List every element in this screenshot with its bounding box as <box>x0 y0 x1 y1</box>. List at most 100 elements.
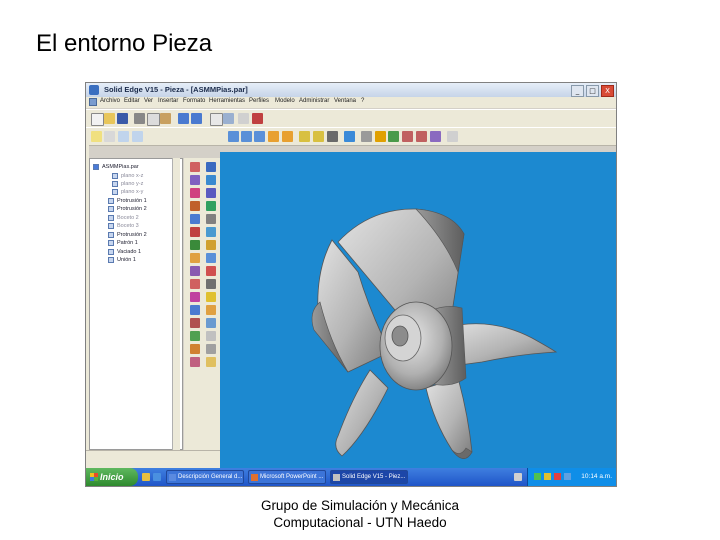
feature-tool-icon[interactable] <box>190 318 200 328</box>
constraint-icon[interactable] <box>416 131 427 142</box>
clock[interactable]: 10:14 a.m. <box>581 468 612 486</box>
sketch-tool-icon[interactable] <box>206 214 216 224</box>
sketch-tool-icon[interactable] <box>206 344 216 354</box>
sketch-tool-icon[interactable] <box>206 318 216 328</box>
menu-insertar[interactable]: Insertar <box>158 98 178 104</box>
fit-icon[interactable] <box>254 131 265 142</box>
close-button[interactable]: X <box>601 85 614 97</box>
taskbar-task[interactable]: Descripción General d... <box>166 470 244 484</box>
cut-icon[interactable] <box>134 113 145 124</box>
properties-icon[interactable] <box>238 113 249 124</box>
sketch-tool-icon[interactable] <box>206 175 216 185</box>
maximize-button[interactable]: □ <box>586 85 599 97</box>
print-icon[interactable] <box>210 113 223 126</box>
view-orientation-icon[interactable] <box>299 131 310 142</box>
menu-help[interactable]: ? <box>361 98 364 104</box>
menu-perfiles[interactable]: Perfiles <box>249 98 269 104</box>
menu-administrar[interactable]: Administrar <box>299 98 329 104</box>
tree-item-feature[interactable]: Protrusión 2 <box>108 205 147 213</box>
sketch-tool-icon[interactable] <box>206 305 216 315</box>
sketch-tool-icon[interactable] <box>206 357 216 367</box>
toggle-pane-icon[interactable] <box>118 131 129 142</box>
sketch-tool-icon[interactable] <box>206 240 216 250</box>
shaded-icon[interactable] <box>327 131 338 142</box>
whats-this-icon[interactable] <box>447 131 458 142</box>
language-icon[interactable] <box>514 473 522 481</box>
zoom-area-icon[interactable] <box>228 131 239 142</box>
feature-tool-icon[interactable] <box>190 357 200 367</box>
feature-tool-icon[interactable] <box>190 266 200 276</box>
feature-tool-icon[interactable] <box>190 175 200 185</box>
sketch-tool-icon[interactable] <box>206 266 216 276</box>
feature-tool-icon[interactable] <box>190 331 200 341</box>
taskbar-task[interactable]: Microsoft PowerPoint ... <box>248 470 326 484</box>
menu-modelo[interactable]: Modelo <box>275 98 295 104</box>
check-icon[interactable] <box>388 131 399 142</box>
zoom-icon[interactable] <box>241 131 252 142</box>
inspect-icon[interactable] <box>375 131 386 142</box>
feature-tool-icon[interactable] <box>190 344 200 354</box>
search-icon[interactable] <box>430 131 441 142</box>
feature-tool-icon[interactable] <box>190 305 200 315</box>
redo-icon[interactable] <box>191 113 202 124</box>
feature-tool-icon[interactable] <box>190 214 200 224</box>
document-icon[interactable] <box>89 98 97 106</box>
rotate-icon[interactable] <box>282 131 293 142</box>
menu-herramientas[interactable]: Herramientas <box>209 98 245 104</box>
feature-tool-icon[interactable] <box>190 201 200 211</box>
tool-icon[interactable] <box>252 113 263 124</box>
open-file-icon[interactable] <box>104 113 115 124</box>
security-icon[interactable] <box>554 473 561 480</box>
tree-item-feature[interactable]: Protrusión 1 <box>108 197 147 205</box>
select-tool-icon[interactable] <box>206 162 216 172</box>
feature-tool-icon[interactable] <box>190 240 200 250</box>
copy-icon[interactable] <box>147 113 160 126</box>
relations-icon[interactable] <box>402 131 413 142</box>
tree-item-sketch[interactable]: Boceto 3 <box>108 222 139 230</box>
feature-tool-icon[interactable] <box>190 188 200 198</box>
sketch-tool-icon[interactable] <box>206 292 216 302</box>
taskbar-task-active[interactable]: Solid Edge V15 - Piez... <box>330 470 408 484</box>
sketch-tool-icon[interactable] <box>206 201 216 211</box>
save-icon[interactable] <box>117 113 128 124</box>
quicklaunch-icon[interactable] <box>142 473 150 481</box>
print-preview-icon[interactable] <box>223 113 234 124</box>
menu-formato[interactable]: Formato <box>183 98 205 104</box>
menu-ventana[interactable]: Ventana <box>334 98 356 104</box>
new-file-icon[interactable] <box>91 113 104 126</box>
named-views-icon[interactable] <box>313 131 324 142</box>
grid-icon[interactable] <box>132 131 143 142</box>
feature-tool-icon[interactable] <box>190 162 200 172</box>
network-icon[interactable] <box>534 473 541 480</box>
tree-item-feature[interactable]: Patrón 1 <box>108 239 138 247</box>
menu-ver[interactable]: Ver <box>144 98 153 104</box>
minimize-button[interactable]: _ <box>571 85 584 97</box>
sketch-tool-icon[interactable] <box>206 188 216 198</box>
pathfinder-scrollbar[interactable] <box>172 158 180 450</box>
tree-item-feature[interactable]: Vaciado 1 <box>108 248 141 256</box>
tree-item-root[interactable]: ASMMPias.par <box>93 163 139 171</box>
tree-item-plane[interactable]: plano x-z <box>112 172 143 180</box>
undo-icon[interactable] <box>178 113 189 124</box>
measure-icon[interactable] <box>361 131 372 142</box>
tree-item-sketch[interactable]: Boceto 2 <box>108 214 139 222</box>
menu-archivo[interactable]: Archivo <box>100 98 120 104</box>
sketch-tool-icon[interactable] <box>206 253 216 263</box>
tree-item-plane[interactable]: plano x-y <box>112 188 143 196</box>
feature-tool-icon[interactable] <box>190 292 200 302</box>
paste-icon[interactable] <box>160 113 171 124</box>
help-icon[interactable] <box>104 131 115 142</box>
3d-viewport[interactable] <box>220 152 616 468</box>
sketch-tool-icon[interactable] <box>206 227 216 237</box>
feature-tool-icon[interactable] <box>190 253 200 263</box>
pan-icon[interactable] <box>268 131 279 142</box>
volume-icon[interactable] <box>544 473 551 480</box>
quicklaunch-icon[interactable] <box>153 473 161 481</box>
tray-icon[interactable] <box>564 473 571 480</box>
start-button[interactable]: Inicio <box>86 468 138 486</box>
menu-editar[interactable]: Editar <box>124 98 140 104</box>
sketch-tool-icon[interactable] <box>206 331 216 341</box>
tree-item-feature[interactable]: Unión 1 <box>108 256 136 264</box>
tree-item-plane[interactable]: plano y-z <box>112 180 143 188</box>
sketch-tool-icon[interactable] <box>206 279 216 289</box>
